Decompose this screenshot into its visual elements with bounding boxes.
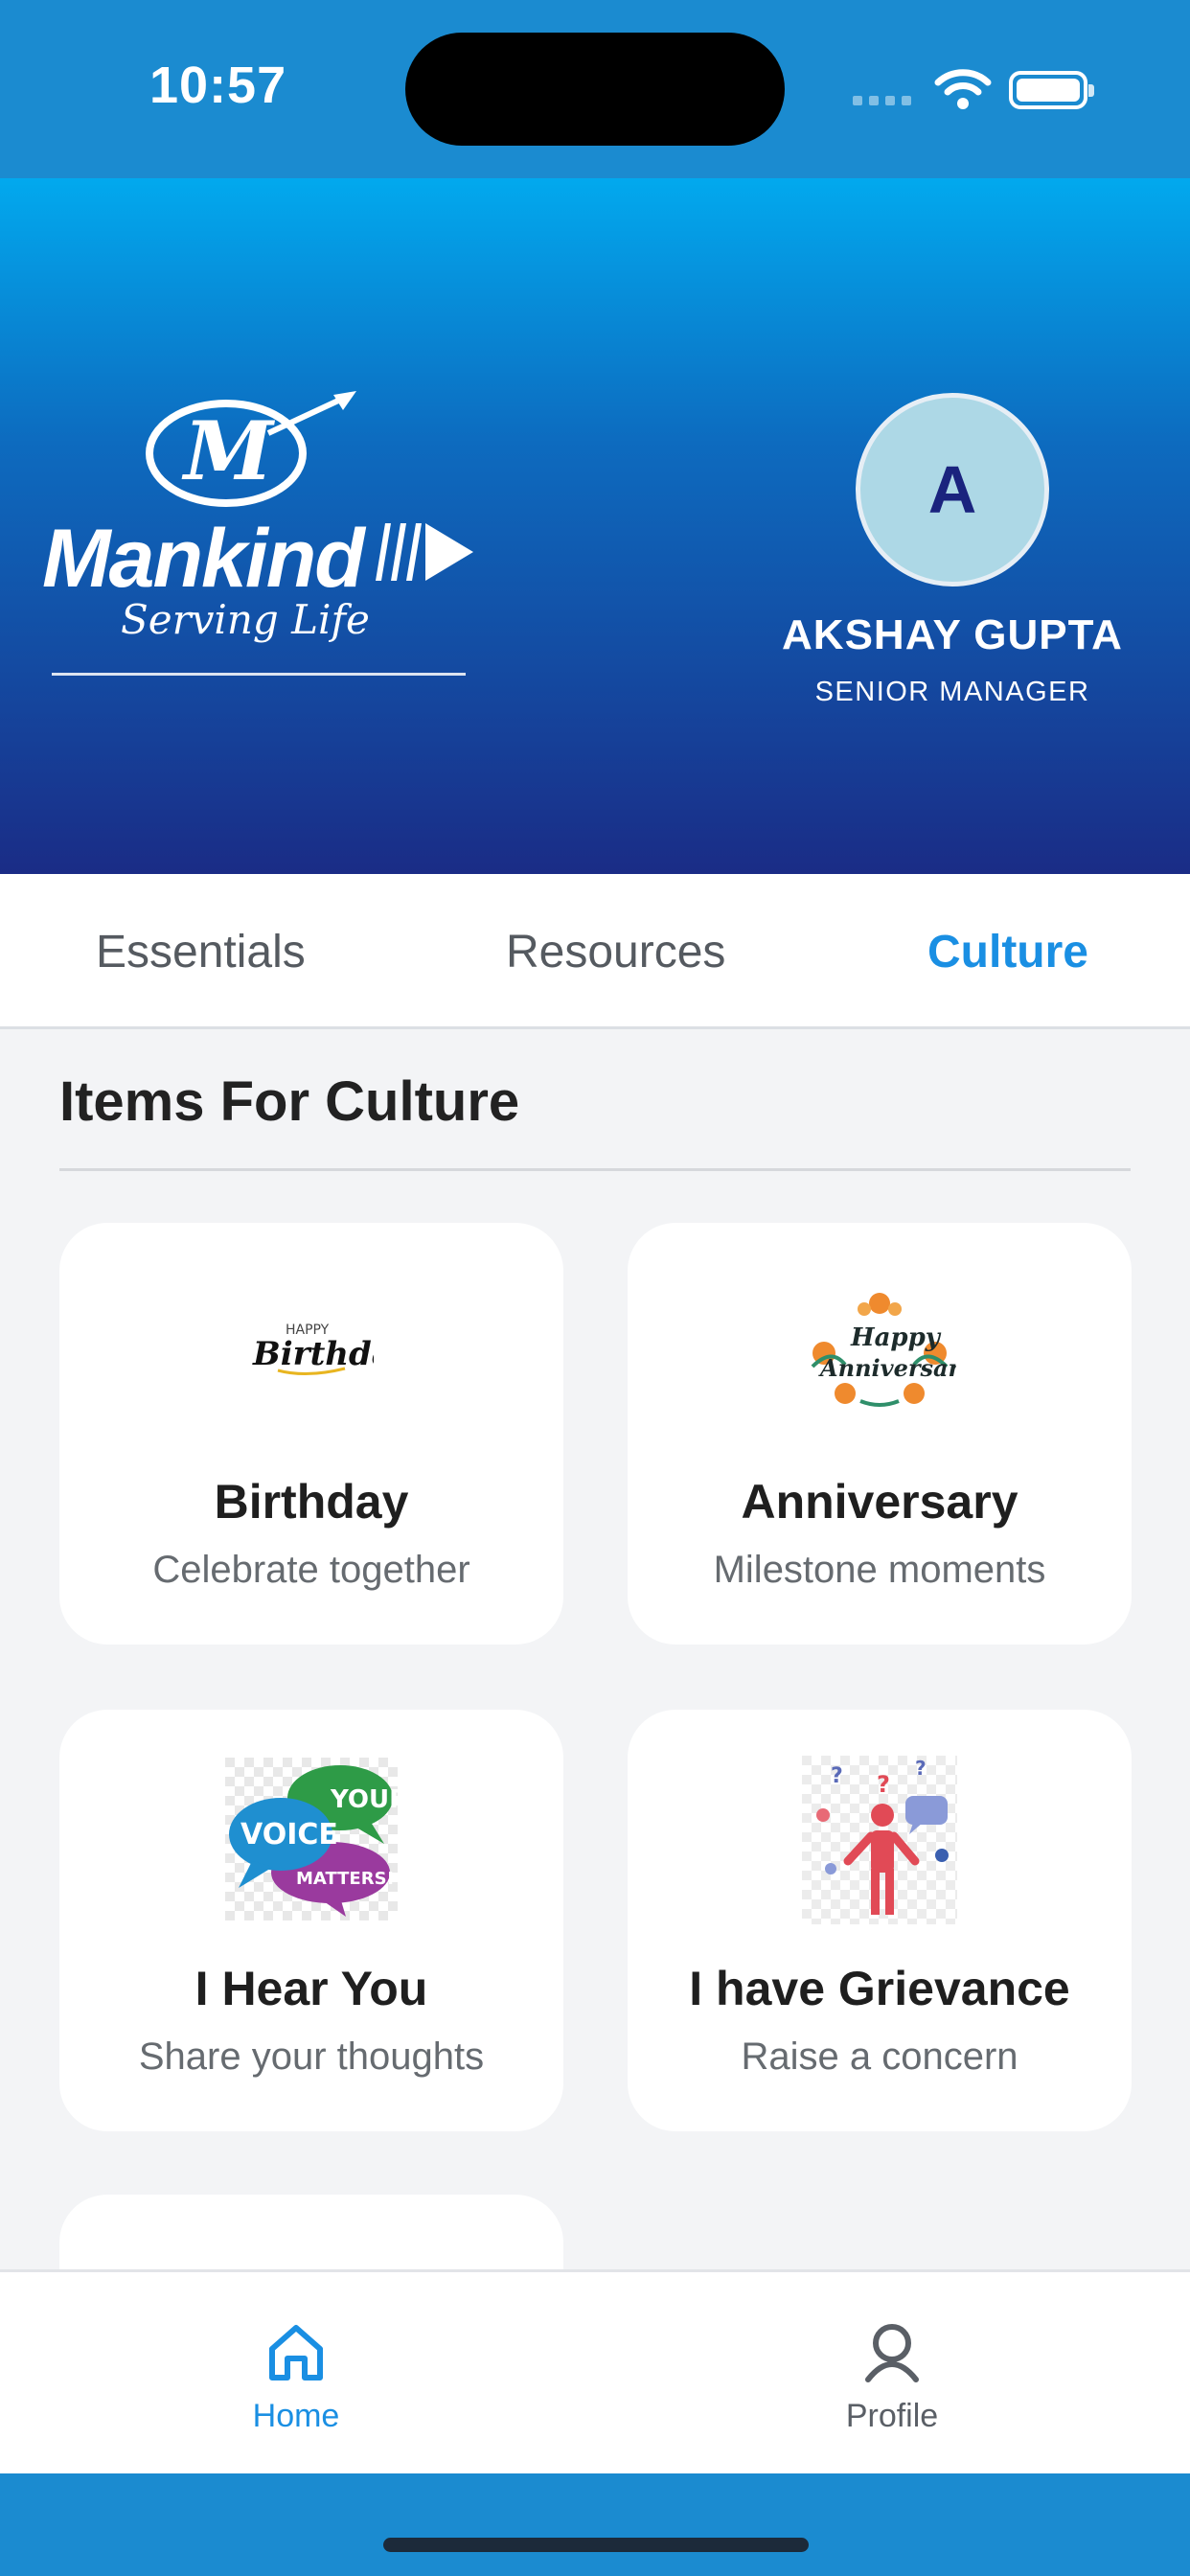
card-title: Anniversary: [741, 1475, 1018, 1529]
dynamic-island: [405, 33, 785, 146]
svg-text:?: ?: [915, 1757, 927, 1780]
tab-culture[interactable]: Culture: [927, 926, 1088, 978]
user-avatar[interactable]: A: [856, 393, 1049, 586]
logo-divider: [52, 673, 466, 676]
cellular-signal-icon: [853, 96, 911, 105]
svg-text:VOICE: VOICE: [240, 1818, 338, 1852]
voice-matters-icon: YOUR VOICE MATTERS!: [225, 1758, 398, 1920]
category-tabs: Essentials Resources Culture: [0, 874, 1190, 1029]
card-birthday[interactable]: HAPPY Birthday Birthday Celebrate togeth…: [59, 1223, 563, 1644]
nav-home[interactable]: Home: [200, 2320, 392, 2435]
tab-resources[interactable]: Resources: [506, 926, 725, 978]
user-name: AKSHAY GUPTA: [782, 611, 1123, 658]
svg-text:YOUR: YOUR: [330, 1785, 398, 1814]
svg-text:M: M: [181, 403, 276, 498]
card-grievance[interactable]: ? ? ? I have Grievance Raise a concern: [628, 1710, 1132, 2131]
bottom-navigation: Home Profile: [0, 2269, 1190, 2473]
svg-text:?: ?: [831, 1764, 843, 1788]
grievance-icon: ? ? ?: [802, 1756, 957, 1924]
profile-icon: [865, 2324, 919, 2382]
status-bar: 10:57: [0, 0, 1190, 178]
battery-icon: [1009, 71, 1094, 109]
brand-arrow-icon: [376, 523, 473, 581]
card-subtitle: Share your thoughts: [138, 2036, 485, 2078]
nav-profile-label: Profile: [845, 2398, 939, 2434]
svg-text:?: ?: [877, 1771, 890, 1798]
tab-essentials[interactable]: Essentials: [96, 926, 306, 978]
birthday-icon: HAPPY Birthday: [252, 1322, 374, 1376]
card-subtitle: Celebrate together: [152, 1549, 470, 1591]
home-indicator[interactable]: [383, 2538, 809, 2552]
svg-text:Happy: Happy: [850, 1323, 942, 1352]
brand-tagline: Serving Life: [121, 596, 370, 643]
nav-profile[interactable]: Profile: [796, 2320, 988, 2435]
card-title: I Hear You: [195, 1962, 428, 2015]
anniversary-icon: Happy Anniversary: [811, 1293, 956, 1407]
card-i-hear-you[interactable]: YOUR VOICE MATTERS! I Hear You Share you…: [59, 1710, 563, 2131]
section-divider: [59, 1168, 1131, 1171]
brand-name: Mankind: [42, 513, 365, 605]
section-title: Items For Culture: [59, 1070, 520, 1133]
card-title: Birthday: [214, 1475, 409, 1529]
card-title: I have Grievance: [689, 1962, 1070, 2015]
user-role: SENIOR MANAGER: [814, 677, 1090, 707]
nav-home-label: Home: [252, 2398, 340, 2434]
status-time: 10:57: [149, 57, 287, 114]
card-subtitle: Raise a concern: [741, 2036, 1018, 2078]
svg-text:Birthday: Birthday: [252, 1335, 374, 1373]
home-icon: [269, 2325, 323, 2380]
mankind-logo-icon: M: [146, 391, 356, 507]
home-indicator-area: [0, 2473, 1190, 2576]
svg-text:MATTERS!: MATTERS!: [296, 1869, 395, 1889]
svg-text:Anniversary: Anniversary: [818, 1354, 956, 1382]
card-anniversary[interactable]: Happy Anniversary Anniversary Milestone …: [628, 1223, 1132, 1644]
card-subtitle: Milestone moments: [713, 1549, 1046, 1591]
wifi-icon: [934, 69, 992, 109]
